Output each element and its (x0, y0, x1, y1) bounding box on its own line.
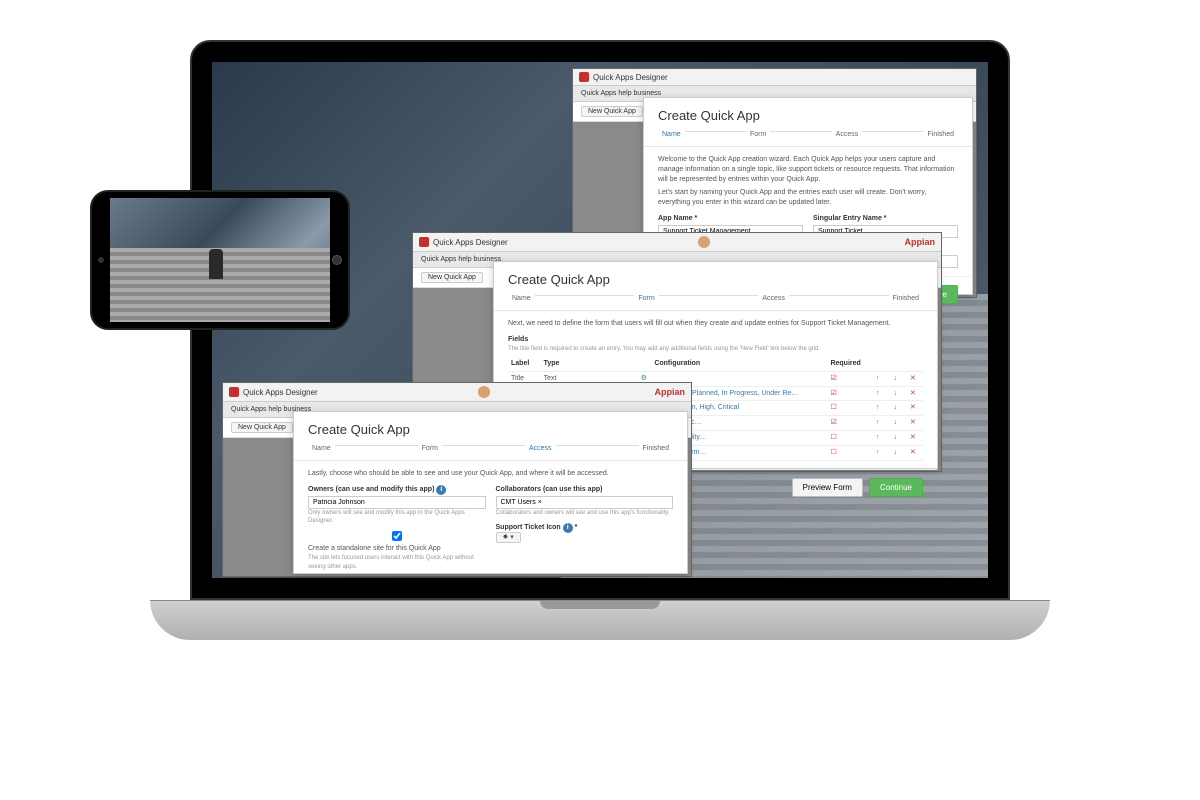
brand-label: Appian (654, 387, 685, 397)
step-name[interactable]: Name (308, 445, 335, 452)
modal-title: Create Quick App (644, 98, 972, 129)
singular-label: Singular Entry Name * (813, 214, 958, 224)
window-titlebar[interactable]: Quick Apps Designer Appian (413, 233, 941, 252)
icon-picker[interactable]: ✸ ▾ (496, 532, 521, 543)
icon-label: Support Ticket Icon (496, 524, 561, 531)
app-title: Quick Apps Designer (593, 73, 668, 82)
owners-input[interactable] (308, 496, 486, 509)
phone-background-person (209, 249, 223, 279)
info-icon[interactable]: i (436, 485, 446, 495)
step-access[interactable]: Access (832, 131, 863, 138)
step-access[interactable]: Access (525, 445, 556, 452)
phone-display (110, 198, 330, 322)
owners-hint: Only owners will see and modify this app… (308, 509, 486, 526)
window-titlebar[interactable]: Quick Apps Designer (573, 69, 976, 86)
app-logo-icon (579, 72, 589, 82)
field-required[interactable]: ☑ (827, 416, 870, 431)
collab-label: Collaborators (can use this app) (496, 485, 674, 495)
intro-text-1: Welcome to the Quick App creation wizard… (658, 155, 958, 184)
window-titlebar[interactable]: Quick Apps Designer Appian (223, 383, 691, 402)
collab-hint: Collaborators and owners will see and us… (496, 509, 674, 517)
arrow-down-icon[interactable]: ↓ (891, 374, 900, 384)
app-title: Quick Apps Designer (433, 238, 508, 247)
delete-icon[interactable]: ✕ (908, 374, 917, 384)
form-intro: Next, we need to define the form that us… (508, 319, 923, 329)
window-access-step: Quick Apps Designer Appian Quick Apps he… (222, 382, 692, 577)
app-name-label: App Name * (658, 214, 803, 224)
step-form[interactable]: Form (746, 131, 770, 138)
intro-text-2: Let's start by naming your Quick App and… (658, 188, 958, 208)
delete-icon[interactable]: ✕ (908, 418, 917, 428)
col-type: Type (541, 357, 637, 371)
fields-hint: The title field is required to create an… (508, 345, 923, 353)
step-finished[interactable]: Finished (639, 445, 673, 452)
col-config: Configuration (651, 357, 827, 371)
continue-button[interactable]: Continue (869, 478, 923, 497)
step-finished[interactable]: Finished (889, 295, 923, 302)
wizard-steps: Name Form Access Finished (494, 293, 937, 311)
new-quick-app-button[interactable]: New Quick App (581, 106, 643, 117)
arrow-down-icon[interactable]: ↓ (891, 448, 900, 458)
arrow-down-icon[interactable]: ↓ (891, 389, 900, 399)
new-quick-app-button[interactable]: New Quick App (421, 272, 483, 283)
wizard-steps: Name Form Access Finished (294, 443, 687, 461)
modal-title: Create Quick App (294, 412, 687, 443)
laptop-base (150, 600, 1050, 640)
modal-access-step: Create Quick App Name Form Access Finish… (293, 411, 688, 574)
delete-icon[interactable]: ✕ (908, 389, 917, 399)
owners-label: Owners (can use and modify this app) (308, 486, 434, 493)
wizard-steps: Name Form Access Finished (644, 129, 972, 147)
field-required[interactable]: ☐ (827, 430, 870, 445)
arrow-up-icon[interactable]: ↑ (873, 374, 882, 384)
step-finished[interactable]: Finished (924, 131, 958, 138)
step-access[interactable]: Access (758, 295, 789, 302)
fields-label: Fields (508, 335, 923, 345)
delete-icon[interactable]: ✕ (908, 433, 917, 443)
arrow-up-icon[interactable]: ↑ (873, 433, 882, 443)
field-required[interactable]: ☐ (827, 445, 870, 460)
new-quick-app-button[interactable]: New Quick App (231, 422, 293, 433)
modal-body: Lastly, choose who should be able to see… (294, 461, 687, 578)
field-required[interactable]: ☑ (827, 371, 870, 386)
phone-frame (90, 190, 350, 330)
step-form[interactable]: Form (418, 445, 442, 452)
arrow-down-icon[interactable]: ↓ (891, 418, 900, 428)
info-icon[interactable]: i (563, 523, 573, 533)
user-avatar-icon[interactable] (478, 386, 490, 398)
standalone-checkbox[interactable] (308, 531, 486, 541)
arrow-down-icon[interactable]: ↓ (891, 433, 900, 443)
field-required[interactable]: ☑ (827, 386, 870, 401)
step-name[interactable]: Name (508, 295, 535, 302)
access-intro: Lastly, choose who should be able to see… (308, 469, 673, 479)
step-form[interactable]: Form (634, 295, 658, 302)
field-required[interactable]: ☐ (827, 401, 870, 416)
arrow-up-icon[interactable]: ↑ (873, 418, 882, 428)
arrow-up-icon[interactable]: ↑ (873, 389, 882, 399)
delete-icon[interactable]: ✕ (908, 403, 917, 413)
standalone-label: Create a standalone site for this Quick … (308, 545, 441, 552)
app-logo-icon (419, 237, 429, 247)
arrow-down-icon[interactable]: ↓ (891, 403, 900, 413)
app-title: Quick Apps Designer (243, 388, 318, 397)
laptop-frame: Quick Apps Designer Quick Apps help busi… (150, 40, 1050, 700)
delete-icon[interactable]: ✕ (908, 448, 917, 458)
arrow-up-icon[interactable]: ↑ (873, 448, 882, 458)
col-required: Required (827, 357, 870, 371)
collab-input[interactable] (496, 496, 674, 509)
modal-title: Create Quick App (494, 262, 937, 293)
user-avatar-icon[interactable] (698, 236, 710, 248)
preview-form-button[interactable]: Preview Form (792, 478, 863, 497)
brand-label: Appian (904, 237, 935, 247)
col-label: Label (508, 357, 541, 371)
arrow-up-icon[interactable]: ↑ (873, 403, 882, 413)
standalone-hint: The site lets focused users interact wit… (308, 554, 486, 571)
step-name[interactable]: Name (658, 131, 685, 138)
app-logo-icon (229, 387, 239, 397)
